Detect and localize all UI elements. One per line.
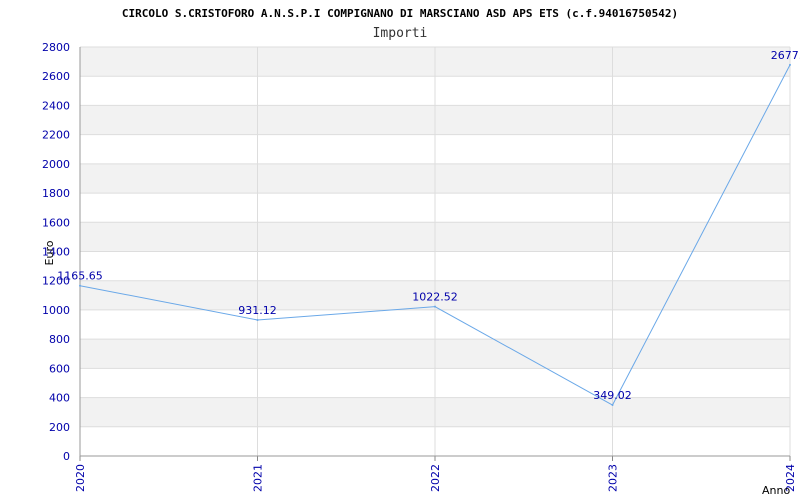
y-tick-label: 2800 bbox=[42, 41, 70, 54]
data-label: 2677.4 bbox=[771, 49, 800, 62]
data-point bbox=[256, 318, 259, 321]
y-tick-label: 200 bbox=[49, 421, 70, 434]
data-point bbox=[434, 305, 436, 308]
y-axis-label: Euro bbox=[43, 240, 56, 265]
y-tick-label: 2400 bbox=[42, 99, 70, 112]
y-tick-label: 600 bbox=[49, 362, 70, 375]
y-tick-label: 400 bbox=[49, 392, 70, 405]
data-label: 931.12 bbox=[238, 304, 277, 317]
data-label: 1022.52 bbox=[412, 291, 458, 304]
data-point bbox=[79, 284, 81, 287]
line-chart: 0200400600800100012001400160018002000220… bbox=[42, 7, 800, 497]
y-tick-label: 0 bbox=[63, 450, 70, 463]
x-tick-label: 2020 bbox=[74, 464, 87, 492]
data-point bbox=[789, 63, 791, 66]
y-tick-label: 1600 bbox=[42, 216, 70, 229]
y-tick-label: 2600 bbox=[42, 70, 70, 83]
x-tick-labels: 2020 2021 2022 2023 2024 bbox=[74, 464, 797, 492]
y-tick-label: 1000 bbox=[42, 304, 70, 317]
data-label: 349.02 bbox=[593, 389, 632, 402]
data-label: 1165.65 bbox=[57, 270, 103, 283]
y-tick-label: 2200 bbox=[42, 129, 70, 142]
y-tick-label: 800 bbox=[49, 333, 70, 346]
x-tick-label: 2021 bbox=[252, 464, 265, 492]
chart-title: CIRCOLO S.CRISTOFORO A.N.S.P.I COMPIGNAN… bbox=[122, 7, 678, 20]
x-tick-label: 2022 bbox=[429, 464, 442, 492]
y-tick-label: 1800 bbox=[42, 187, 70, 200]
x-axis-label: Anno bbox=[762, 484, 790, 497]
data-point bbox=[611, 404, 614, 407]
chart-subtitle: Importi bbox=[373, 26, 428, 41]
x-tick-label: 2023 bbox=[607, 464, 620, 492]
y-tick-label: 2000 bbox=[42, 158, 70, 171]
